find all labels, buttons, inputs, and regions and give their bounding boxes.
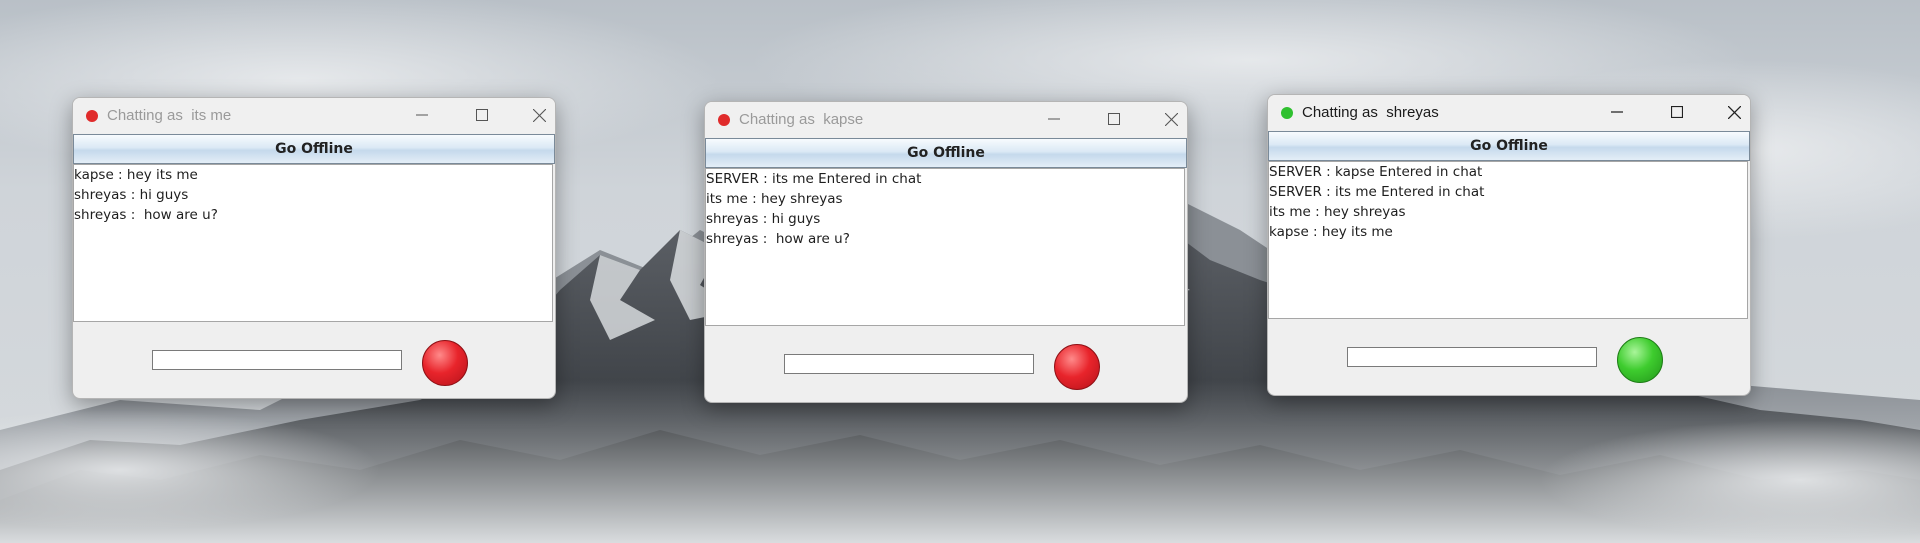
chat-history[interactable]: kapse : hey its me shreyas : hi guys shr…	[73, 164, 553, 322]
chat-message: SERVER : its me Entered in chat	[1269, 184, 1485, 200]
close-icon[interactable]	[1152, 107, 1187, 131]
chat-message: shreyas : hi guys	[706, 211, 821, 227]
window-title: Chatting as shreyas	[1302, 104, 1439, 121]
title-bar[interactable]: Chatting as its me	[73, 98, 555, 133]
send-button[interactable]	[1617, 337, 1663, 383]
minimize-icon[interactable]	[1035, 107, 1073, 131]
window-title: Chatting as kapse	[739, 111, 864, 128]
title-bar[interactable]: Chatting as shreyas	[1268, 95, 1750, 130]
chat-message: kapse : hey its me	[1269, 224, 1393, 240]
status-dot-icon	[718, 114, 730, 126]
minimize-icon[interactable]	[1598, 100, 1636, 124]
send-button[interactable]	[422, 340, 468, 386]
chat-window-its-me: Chatting as its me Go Offline kapse : he…	[72, 97, 556, 399]
maximize-icon[interactable]	[1658, 100, 1696, 124]
go-offline-button[interactable]: Go Offline	[73, 134, 555, 164]
chat-message: SERVER : kapse Entered in chat	[1269, 164, 1483, 180]
chat-history[interactable]: SERVER : its me Entered in chat its me :…	[705, 168, 1185, 326]
send-button[interactable]	[1054, 344, 1100, 390]
window-title: Chatting as its me	[107, 107, 232, 124]
title-bar[interactable]: Chatting as kapse	[705, 102, 1187, 137]
chat-message: shreyas : how are u?	[74, 207, 218, 223]
message-input[interactable]	[784, 354, 1034, 374]
status-dot-icon	[1281, 107, 1293, 119]
chat-message: kapse : hey its me	[74, 167, 198, 183]
chat-window-shreyas: Chatting as shreyas Go Offline SERVER : …	[1267, 94, 1751, 396]
chat-window-kapse: Chatting as kapse Go Offline SERVER : it…	[704, 101, 1188, 403]
close-icon[interactable]	[520, 103, 555, 127]
close-icon[interactable]	[1715, 100, 1750, 124]
chat-history[interactable]: SERVER : kapse Entered in chat SERVER : …	[1268, 161, 1748, 319]
go-offline-button[interactable]: Go Offline	[705, 138, 1187, 168]
chat-message: its me : hey shreyas	[1269, 204, 1406, 220]
chat-message: shreyas : hi guys	[74, 187, 189, 203]
minimize-icon[interactable]	[403, 103, 441, 127]
chat-message: shreyas : how are u?	[706, 231, 850, 247]
chat-message: its me : hey shreyas	[706, 191, 843, 207]
status-dot-icon	[86, 110, 98, 122]
message-input[interactable]	[1347, 347, 1597, 367]
chat-message: SERVER : its me Entered in chat	[706, 171, 922, 187]
message-input[interactable]	[152, 350, 402, 370]
maximize-icon[interactable]	[463, 103, 501, 127]
maximize-icon[interactable]	[1095, 107, 1133, 131]
go-offline-button[interactable]: Go Offline	[1268, 131, 1750, 161]
